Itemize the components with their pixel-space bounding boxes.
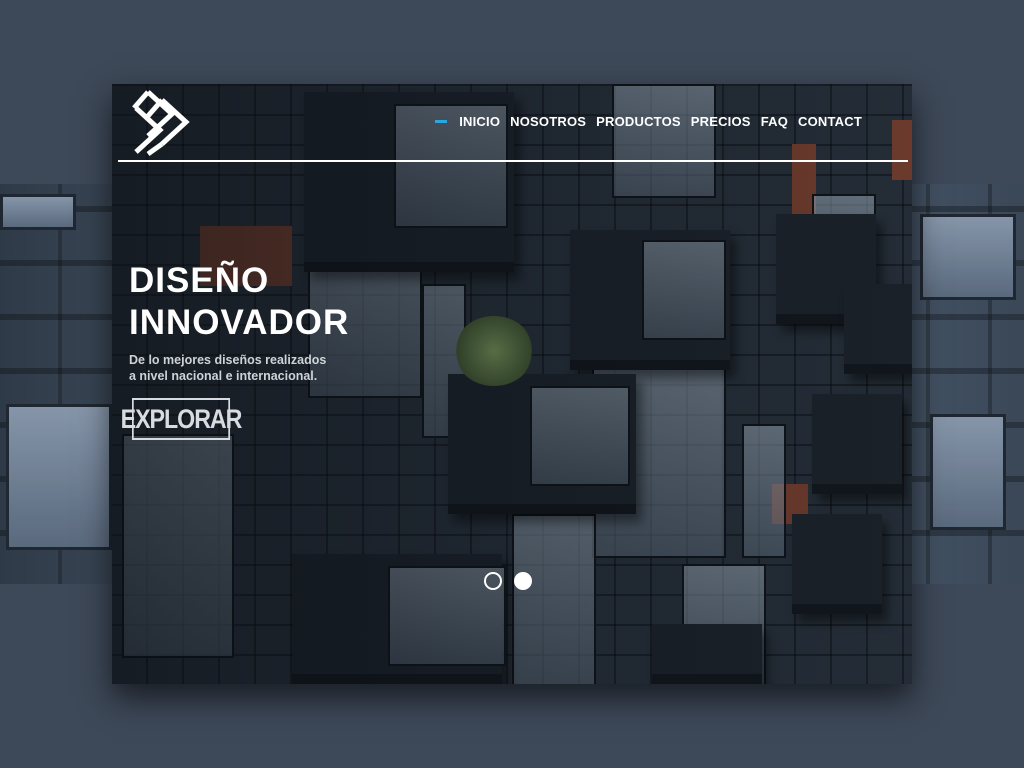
hero-subtitle-line-2: a nivel nacional e internacional. <box>129 369 318 383</box>
hero-subtitle: De lo mejores diseños realizados a nivel… <box>129 352 326 384</box>
nav-item-precios[interactable]: PRECIOS <box>691 114 751 129</box>
hero-title-line-2: INNOVADOR <box>129 303 350 342</box>
explore-button[interactable]: EXPLORAR <box>121 398 242 440</box>
building-facade-image <box>112 84 912 684</box>
nav-item-productos[interactable]: PRODUCTOS <box>596 114 681 129</box>
nav-item-contact[interactable]: CONTACT <box>798 114 862 129</box>
active-nav-indicator <box>435 120 448 123</box>
carousel-dot-1[interactable] <box>484 572 502 590</box>
hero-title: DISEÑO INNOVADOR <box>129 260 349 344</box>
header-divider <box>118 160 908 162</box>
nav-item-nosotros[interactable]: NOSOTROS <box>510 114 586 129</box>
hero-subtitle-line-1: De lo mejores diseños realizados <box>129 353 327 367</box>
hero-title-line-1: DISEÑO <box>129 261 270 300</box>
nav-item-inicio[interactable]: INICIO <box>459 114 500 129</box>
carousel-dots <box>484 572 532 590</box>
logo-icon[interactable] <box>128 88 192 158</box>
main-nav: INICIO NOSOTROS PRODUCTOS PRECIOS FAQ CO… <box>435 114 862 129</box>
hero-slider: INICIO NOSOTROS PRODUCTOS PRECIOS FAQ CO… <box>112 84 912 684</box>
carousel-dot-2[interactable] <box>514 572 532 590</box>
nav-item-faq[interactable]: FAQ <box>761 114 788 129</box>
